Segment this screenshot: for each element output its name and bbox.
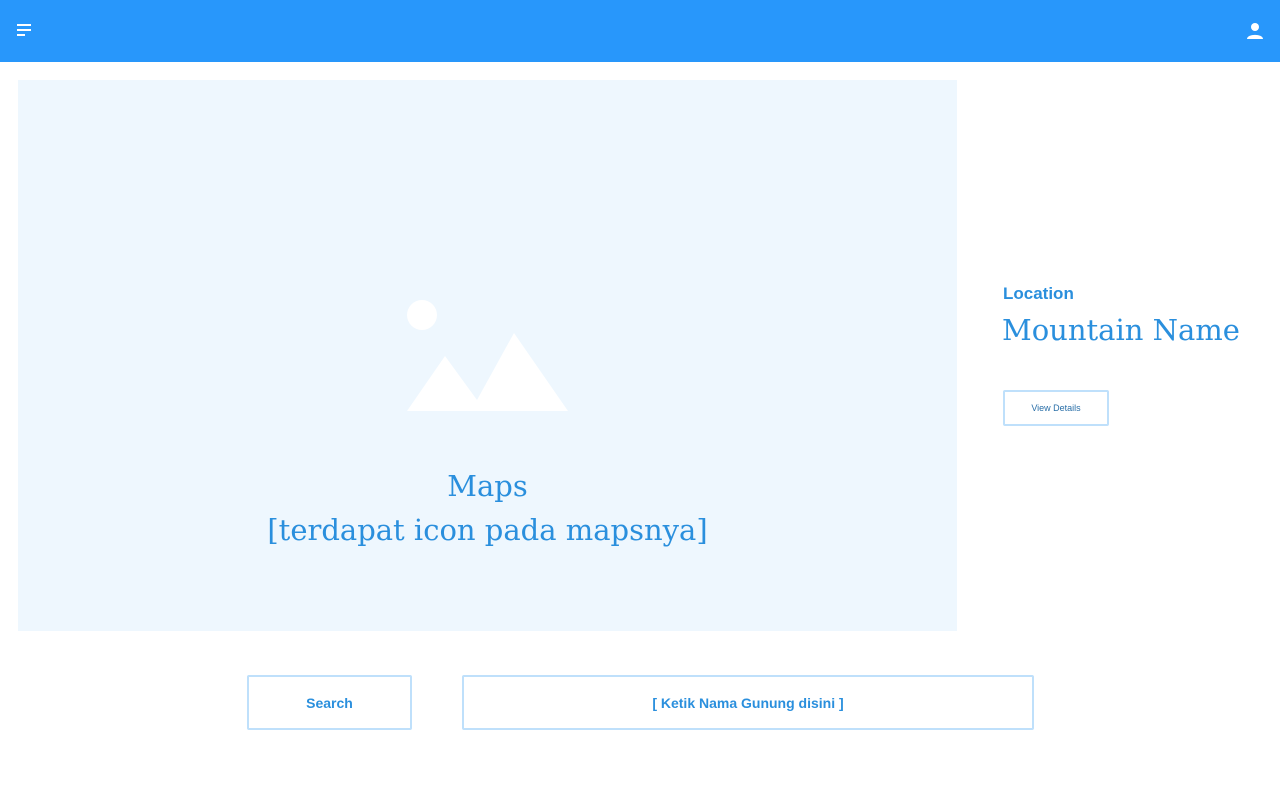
top-app-bar: [0, 0, 1280, 62]
menu-icon[interactable]: [17, 24, 33, 38]
map-caption-title: Maps: [447, 469, 528, 503]
mountain-search-input[interactable]: [ Ketik Nama Gunung disini ]: [462, 675, 1034, 730]
image-placeholder-icon: [407, 299, 569, 411]
location-label: Location: [1003, 284, 1074, 303]
map-caption-note: [terdapat icon pada mapsnya]: [267, 513, 708, 547]
view-details-button[interactable]: View Details: [1003, 390, 1109, 426]
map-caption: Maps [terdapat icon pada mapsnya]: [18, 464, 957, 552]
user-icon[interactable]: [1246, 22, 1264, 40]
mountain-name: Mountain Name: [1002, 313, 1240, 347]
map-area[interactable]: Maps [terdapat icon pada mapsnya]: [18, 80, 957, 631]
search-button[interactable]: Search: [247, 675, 412, 730]
